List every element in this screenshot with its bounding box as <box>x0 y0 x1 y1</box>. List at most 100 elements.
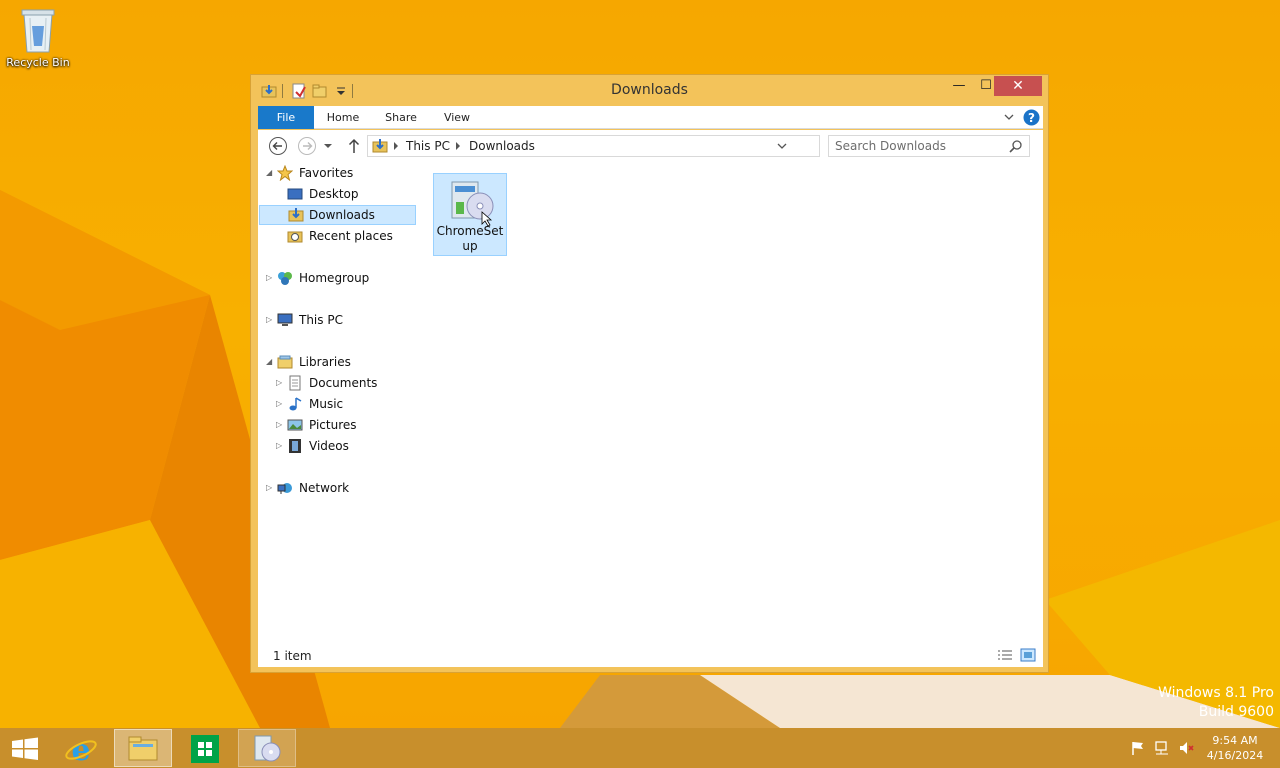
tab-view[interactable]: View <box>438 106 476 129</box>
tab-file[interactable]: File <box>258 106 314 129</box>
nav-item-videos[interactable]: ▷ Videos <box>276 436 416 456</box>
file-name: ChromeSetup <box>436 224 504 253</box>
search-input[interactable] <box>835 138 1005 154</box>
clock-time: 9:54 AM <box>1212 734 1258 747</box>
expand-arrow-icon[interactable]: ▷ <box>276 373 286 393</box>
nav-label: Recent places <box>309 229 393 243</box>
action-center-flag-icon[interactable] <box>1130 740 1146 756</box>
navigation-pane: ◢ Favorites Desktop Downloads Recent pla… <box>258 162 426 632</box>
breadcrumb-separator-icon <box>394 142 398 150</box>
forward-arrow-icon[interactable] <box>297 136 317 156</box>
nav-label: Pictures <box>309 418 357 432</box>
nav-item-network[interactable]: ▷ Network <box>266 478 416 498</box>
expand-arrow-icon[interactable]: ▷ <box>266 268 276 288</box>
downloads-folder-icon <box>288 208 304 222</box>
tab-home[interactable]: Home <box>322 106 364 129</box>
nav-label: Network <box>299 481 350 495</box>
content-area: ◢ Favorites Desktop Downloads Recent pla… <box>258 162 1043 667</box>
minimize-button[interactable]: — <box>945 76 973 96</box>
installer-icon <box>254 735 281 762</box>
address-toolbar: This PC Downloads <box>258 130 1043 162</box>
expand-arrow-icon[interactable]: ▷ <box>266 310 276 330</box>
back-arrow-icon[interactable] <box>268 136 288 156</box>
nav-label: Downloads <box>309 208 375 222</box>
ribbon-tabs: File Home Share View ? <box>258 106 1043 129</box>
details-view-icon[interactable] <box>997 648 1013 662</box>
nav-item-pictures[interactable]: ▷ Pictures <box>276 415 416 435</box>
breadcrumb-downloads[interactable]: Downloads <box>469 139 535 153</box>
help-icon[interactable]: ? <box>1023 109 1040 126</box>
clock-date: 4/16/2024 <box>1206 749 1264 762</box>
svg-text:?: ? <box>1028 111 1035 125</box>
star-icon <box>277 165 293 181</box>
nav-label: Music <box>309 397 344 411</box>
expand-ribbon-icon[interactable] <box>1003 112 1015 122</box>
watermark-build: Build 9600 <box>1198 704 1274 720</box>
documents-icon <box>289 375 301 391</box>
nav-item-documents[interactable]: ▷ Documents <box>276 373 416 393</box>
nav-item-favorites[interactable]: ◢ Favorites <box>266 163 416 183</box>
file-item-chromesetup[interactable]: ChromeSetup <box>433 173 507 256</box>
breadcrumb-separator-icon <box>456 142 460 150</box>
status-bar: 1 item <box>258 645 1043 667</box>
nav-label: Desktop <box>309 187 359 201</box>
watermark-edition: Windows 8.1 Pro <box>1158 685 1274 701</box>
taskbar-clock[interactable]: 9:54 AM 4/16/2024 <box>1200 733 1270 763</box>
taskbar-store[interactable] <box>176 729 234 767</box>
nav-item-libraries[interactable]: ◢ Libraries <box>266 352 416 372</box>
videos-icon <box>289 439 301 453</box>
music-icon <box>289 397 302 411</box>
expand-arrow-icon[interactable]: ▷ <box>276 394 286 414</box>
start-windows-icon[interactable] <box>0 729 58 767</box>
address-dropdown-icon[interactable] <box>776 142 788 152</box>
libraries-icon <box>277 355 293 369</box>
pictures-icon <box>287 419 303 431</box>
nav-item-homegroup[interactable]: ▷ Homegroup <box>266 268 416 288</box>
taskbar: e 9:54 AM 4/16/2024 <box>0 728 1280 768</box>
search-icon[interactable] <box>1009 139 1023 153</box>
nav-item-downloads[interactable]: Downloads <box>259 205 416 225</box>
downloads-folder-icon <box>372 139 388 153</box>
breadcrumb-this-pc[interactable]: This PC <box>406 139 450 153</box>
internet-explorer-icon: e <box>65 733 97 768</box>
expand-arrow-icon[interactable]: ▷ <box>276 436 286 456</box>
store-icon <box>191 735 219 763</box>
nav-item-desktop[interactable]: Desktop <box>276 184 416 204</box>
tab-share[interactable]: Share <box>380 106 422 129</box>
nav-label: Libraries <box>299 355 351 369</box>
installer-file-icon <box>451 181 494 226</box>
collapse-arrow-icon[interactable]: ◢ <box>266 352 276 372</box>
desktop-icon <box>287 188 303 200</box>
up-arrow-icon[interactable] <box>344 136 364 156</box>
expand-arrow-icon[interactable]: ▷ <box>266 478 276 498</box>
collapse-arrow-icon[interactable]: ◢ <box>266 163 276 183</box>
expand-arrow-icon[interactable]: ▷ <box>276 415 286 435</box>
nav-item-music[interactable]: ▷ Music <box>276 394 416 414</box>
network-tray-icon[interactable] <box>1154 740 1170 756</box>
address-bar[interactable]: This PC Downloads <box>367 135 918 157</box>
nav-item-this-pc[interactable]: ▷ This PC <box>266 310 416 330</box>
svg-text:e: e <box>71 733 90 767</box>
recycle-bin-icon <box>21 9 55 53</box>
taskbar-internet-explorer[interactable]: e <box>52 729 110 768</box>
recent-places-icon <box>287 231 303 243</box>
close-button[interactable]: ✕ <box>994 76 1042 96</box>
homegroup-icon <box>278 272 292 285</box>
window-title: Downloads <box>611 82 688 98</box>
search-box[interactable] <box>828 135 1030 157</box>
taskbar-file-explorer[interactable] <box>114 729 172 767</box>
windows-watermark: Windows 8.1 Pro Build 9600 <box>1158 684 1274 722</box>
taskbar-chrome-setup[interactable] <box>238 729 296 767</box>
computer-icon <box>277 313 293 326</box>
nav-item-recent-places[interactable]: Recent places <box>276 226 416 246</box>
large-icons-view-icon[interactable] <box>1020 648 1036 662</box>
recycle-bin-label: Recycle Bin <box>6 56 70 69</box>
recycle-bin-shortcut[interactable]: Recycle Bin <box>4 6 72 69</box>
nav-label: Favorites <box>299 166 354 180</box>
volume-muted-icon[interactable] <box>1178 740 1194 756</box>
file-explorer-icon <box>128 736 158 761</box>
network-icon <box>277 483 292 494</box>
nav-label: This PC <box>299 313 343 327</box>
recent-locations-icon[interactable] <box>322 136 342 156</box>
title-bar[interactable]: Downloads — ☐ ✕ <box>251 75 1048 105</box>
